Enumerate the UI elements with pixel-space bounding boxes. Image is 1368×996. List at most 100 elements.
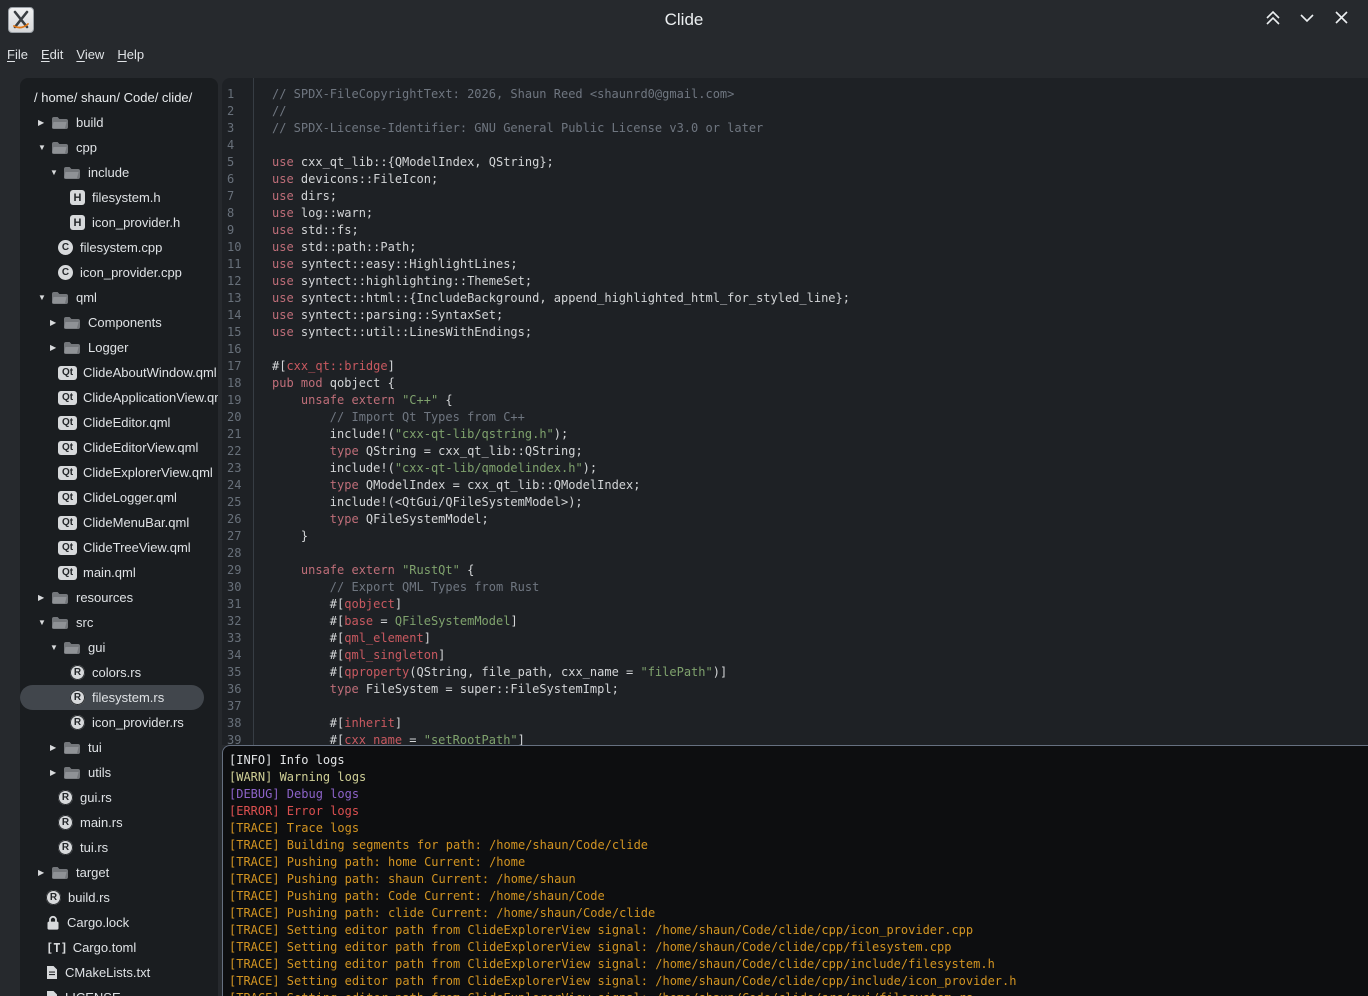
tree-item-cmakelists-txt[interactable]: CMakeLists.txt bbox=[20, 960, 218, 985]
tree-item-include[interactable]: ▼include bbox=[20, 160, 218, 185]
line-number: 20 bbox=[227, 409, 241, 426]
line-number: 5 bbox=[227, 154, 234, 171]
code-line: 1// SPDX-FileCopyrightText: 2026, Shaun … bbox=[222, 86, 1368, 103]
code-text: use std::path::Path; bbox=[272, 240, 417, 254]
menu-view[interactable]: View bbox=[70, 44, 111, 66]
line-number: 14 bbox=[227, 307, 241, 324]
chevron-right-icon[interactable]: ▶ bbox=[50, 343, 63, 352]
line-number: 6 bbox=[227, 171, 234, 188]
chevron-down-icon[interactable]: ▼ bbox=[50, 643, 63, 652]
tree-item-clideaboutwindow-qml[interactable]: QtClideAboutWindow.qml bbox=[20, 360, 218, 385]
chevron-down-icon[interactable]: ▼ bbox=[38, 618, 51, 627]
tree-item-clideapplicationview-qml[interactable]: QtClideApplicationView.qml bbox=[20, 385, 218, 410]
code-text: type QModelIndex = cxx_qt_lib::QModelInd… bbox=[272, 478, 640, 492]
tree-item-label: colors.rs bbox=[92, 665, 141, 680]
chevron-right-icon[interactable]: ▶ bbox=[50, 318, 63, 327]
chevron-right-icon[interactable]: ▶ bbox=[50, 743, 63, 752]
line-number: 39 bbox=[227, 732, 241, 745]
chevron-right-icon[interactable]: ▶ bbox=[50, 768, 63, 777]
tree-item-label: ClideApplicationView.qml bbox=[83, 390, 218, 405]
line-number: 1 bbox=[227, 86, 234, 103]
tree-item-label: filesystem.rs bbox=[92, 690, 164, 705]
code-line: 24 type QModelIndex = cxx_qt_lib::QModel… bbox=[222, 477, 1368, 494]
code-text: #[cxx_qt::bridge] bbox=[272, 359, 395, 373]
folder-icon bbox=[51, 116, 69, 130]
qt-file-icon: Qt bbox=[58, 491, 77, 505]
line-number: 13 bbox=[227, 290, 241, 307]
menu-edit[interactable]: Edit bbox=[35, 44, 70, 66]
tree-item-tui[interactable]: ▶tui bbox=[20, 735, 218, 760]
tree-item-clideeditorview-qml[interactable]: QtClideEditorView.qml bbox=[20, 435, 218, 460]
chevron-right-icon[interactable]: ▶ bbox=[38, 868, 51, 877]
tree-item-build[interactable]: ▶build bbox=[20, 110, 218, 135]
code-editor[interactable]: 1// SPDX-FileCopyrightText: 2026, Shaun … bbox=[222, 78, 1368, 745]
menu-file[interactable]: File bbox=[1, 44, 35, 66]
tree-item-clideexplorerview-qml[interactable]: QtClideExplorerView.qml bbox=[20, 460, 218, 485]
tree-item-label: Logger bbox=[88, 340, 128, 355]
qt-file-icon: Qt bbox=[58, 466, 77, 480]
tree-item-resources[interactable]: ▶ resources bbox=[20, 585, 218, 610]
tree-item-src[interactable]: ▼src bbox=[20, 610, 218, 635]
menu-label: iew bbox=[85, 47, 105, 62]
log-entry-info: [INFO] Info logs bbox=[229, 752, 1368, 769]
line-number: 21 bbox=[227, 426, 241, 443]
log-entry-trace: [TRACE] Setting editor path from ClideEx… bbox=[229, 939, 1368, 956]
code-text: use syntect::parsing::SyntaxSet; bbox=[272, 308, 503, 322]
tree-item-utils[interactable]: ▶utils bbox=[20, 760, 218, 785]
tree-item-main-qml[interactable]: Qtmain.qml bbox=[20, 560, 218, 585]
line-number: 22 bbox=[227, 443, 241, 460]
tree-item-label: resources bbox=[76, 590, 133, 605]
code-text: pub mod qobject { bbox=[272, 376, 395, 390]
keep-above-button[interactable] bbox=[1256, 6, 1290, 34]
tree-item-filesystem-cpp[interactable]: Cfilesystem.cpp bbox=[20, 235, 218, 260]
menu-help[interactable]: Help bbox=[111, 44, 151, 66]
menu-label: ile bbox=[15, 47, 28, 62]
code-text: #[qproperty(QString, file_path, cxx_name… bbox=[272, 665, 727, 679]
close-button[interactable] bbox=[1324, 6, 1358, 34]
tree-item-tui-rs[interactable]: Rtui.rs bbox=[20, 835, 218, 860]
tree-item-gui[interactable]: ▼gui bbox=[20, 635, 218, 660]
tree-item-logger[interactable]: ▶ Logger bbox=[20, 335, 218, 360]
line-number: 29 bbox=[227, 562, 241, 579]
tree-item-cargo-lock[interactable]: Cargo.lock bbox=[20, 910, 218, 935]
tree-item-filesystem-h[interactable]: Hfilesystem.h bbox=[20, 185, 218, 210]
tree-item-qml[interactable]: ▼qml bbox=[20, 285, 218, 310]
tree-item-clidelogger-qml[interactable]: QtClideLogger.qml bbox=[20, 485, 218, 510]
rust-file-icon: R bbox=[70, 665, 85, 680]
tree-item-filesystem-rs[interactable]: Rfilesystem.rs bbox=[20, 685, 204, 710]
tree-item-gui-rs[interactable]: Rgui.rs bbox=[20, 785, 218, 810]
code-line: 29 unsafe extern "RustQt" { bbox=[222, 562, 1368, 579]
chevron-down-icon[interactable]: ▼ bbox=[38, 293, 51, 302]
code-text: type QFileSystemModel; bbox=[272, 512, 489, 526]
chevron-right-icon[interactable]: ▶ bbox=[38, 593, 51, 602]
rust-file-icon: R bbox=[58, 790, 73, 805]
tree-item-icon-provider-rs[interactable]: Ricon_provider.rs bbox=[20, 710, 218, 735]
tree-item-colors-rs[interactable]: Rcolors.rs bbox=[20, 660, 218, 685]
code-text: use std::fs; bbox=[272, 223, 359, 237]
tree-item-icon-provider-cpp[interactable]: Cicon_provider.cpp bbox=[20, 260, 218, 285]
tree-item-clidetreeview-qml[interactable]: QtClideTreeView.qml bbox=[20, 535, 218, 560]
log-panel[interactable]: [INFO] Info logs[WARN] Warning logs[DEBU… bbox=[222, 745, 1368, 996]
chevron-down-icon[interactable]: ▼ bbox=[50, 168, 63, 177]
tree-item-cpp[interactable]: ▼cpp bbox=[20, 135, 218, 160]
tree-item-icon-provider-h[interactable]: Hicon_provider.h bbox=[20, 210, 218, 235]
tree-item-main-rs[interactable]: Rmain.rs bbox=[20, 810, 218, 835]
tree-item-clidemenubar-qml[interactable]: QtClideMenuBar.qml bbox=[20, 510, 218, 535]
tree-item-target[interactable]: ▶target bbox=[20, 860, 218, 885]
tree-item-build-rs[interactable]: Rbuild.rs bbox=[20, 885, 218, 910]
tree-item-clideeditor-qml[interactable]: QtClideEditor.qml bbox=[20, 410, 218, 435]
tree-item-components[interactable]: ▶Components bbox=[20, 310, 218, 335]
line-number: 16 bbox=[227, 341, 241, 358]
chevron-down-icon[interactable]: ▼ bbox=[38, 143, 51, 152]
tree-item-license[interactable]: LICENSE bbox=[20, 985, 218, 996]
file-tree-panel[interactable]: / home/ shaun/ Code/ clide/ ▶build▼cpp▼i… bbox=[20, 78, 218, 996]
folder-icon bbox=[51, 616, 69, 630]
chevron-right-icon[interactable]: ▶ bbox=[38, 118, 51, 127]
tree-item-label: ClideEditor.qml bbox=[83, 415, 170, 430]
log-lines: [INFO] Info logs[WARN] Warning logs[DEBU… bbox=[229, 752, 1368, 996]
minimize-button[interactable] bbox=[1290, 6, 1324, 34]
text-file-icon bbox=[46, 990, 58, 996]
line-number: 17 bbox=[227, 358, 241, 375]
log-entry-trace: [TRACE] Setting editor path from ClideEx… bbox=[229, 990, 1368, 996]
tree-item-cargo-toml[interactable]: [T]Cargo.toml bbox=[20, 935, 218, 960]
